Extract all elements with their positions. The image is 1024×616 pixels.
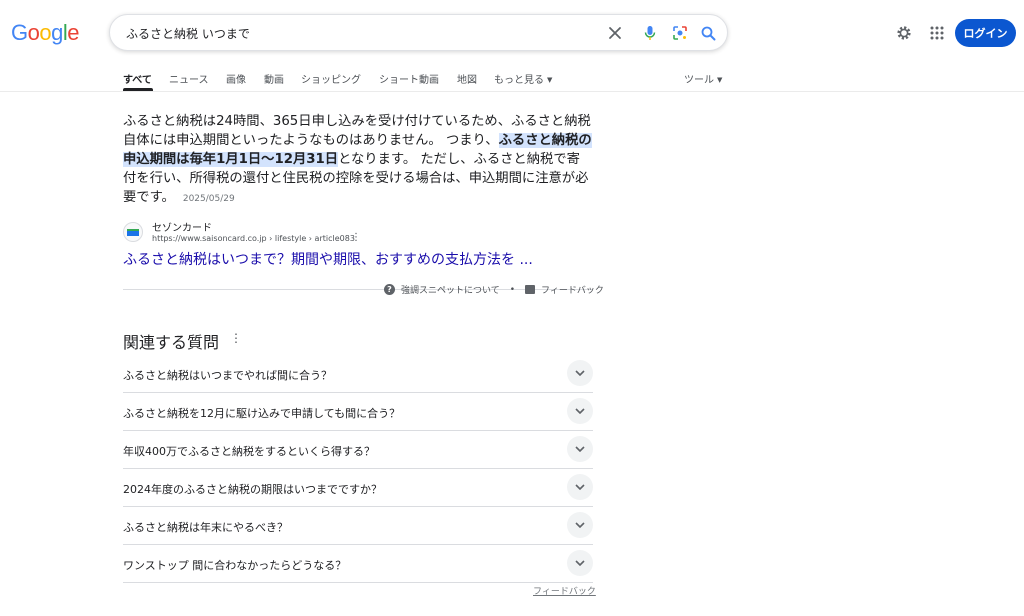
google-logo[interactable]: Google	[11, 20, 80, 46]
more-vert-icon[interactable]: ⋮	[351, 232, 361, 243]
tab-news[interactable]: ニュース	[169, 71, 209, 86]
feedback-link[interactable]: フィードバック	[541, 283, 604, 296]
tab-all[interactable]: すべて	[123, 71, 152, 86]
more-vert-icon[interactable]: ⋮	[230, 331, 242, 345]
tab-maps[interactable]: 地図	[457, 71, 477, 86]
paa-question[interactable]: 年収400万でふるさと納税をするといくら得する？	[123, 431, 593, 469]
paa-feedback-link[interactable]: フィードバック	[533, 584, 596, 597]
apps-grid-icon[interactable]	[928, 24, 946, 42]
paa-question[interactable]: ふるさと納税はいつまでやれば間に合う？	[123, 355, 593, 393]
paa-question-text: ふるさと納税は年末にやるべき？	[123, 521, 288, 534]
close-icon[interactable]	[605, 23, 625, 43]
logo-letter: g	[51, 20, 63, 45]
lens-icon[interactable]	[670, 23, 690, 43]
about-snippet-link[interactable]: 強調スニペットについて	[401, 283, 500, 296]
paa-question[interactable]: 2024年度のふるさと納税の期限はいつまでですか？	[123, 469, 593, 507]
tab-short-videos[interactable]: ショート動画	[379, 71, 439, 86]
result-source[interactable]: セゾンカード https://www.saisoncard.co.jp › li…	[123, 218, 593, 246]
chevron-down-icon[interactable]	[567, 360, 593, 386]
paa-question[interactable]: ワンストップ 間に合わなかったらどうなる？	[123, 545, 593, 583]
tab-videos[interactable]: 動画	[264, 71, 284, 86]
search-icon[interactable]	[698, 23, 718, 43]
paa-question-text: 2024年度のふるさと納税の期限はいつまでですか？	[123, 483, 382, 496]
paa-title: 関連する質問	[123, 333, 220, 352]
chevron-down-icon[interactable]	[567, 436, 593, 462]
chevron-down-icon[interactable]	[567, 550, 593, 576]
separator-dot: •	[509, 284, 516, 295]
chevron-down-icon[interactable]	[567, 474, 593, 500]
snippet-date: 2025/05/29	[182, 194, 235, 204]
logo-letter: e	[67, 20, 80, 45]
login-button[interactable]: ログイン	[955, 19, 1016, 47]
saison-favicon-icon	[123, 222, 143, 242]
site-url: https://www.saisoncard.co.jp › lifestyle…	[152, 234, 355, 243]
featured-snippet-text: ふるさと納税は24時間、365日申し込みを受け付けているため、ふるさと納税自体に…	[123, 112, 593, 209]
paa-question-text: ワンストップ 間に合わなかったらどうなる？	[123, 559, 347, 572]
search-box[interactable]: ふるさと納税 いつまで	[109, 14, 728, 51]
caret-down-icon: ▼	[717, 76, 723, 84]
tab-more-label: もっと見る	[494, 75, 544, 86]
tab-tools[interactable]: ツール ▼	[684, 71, 722, 86]
logo-letter: G	[11, 20, 28, 45]
tab-shopping[interactable]: ショッピング	[301, 71, 361, 86]
paa-question[interactable]: ふるさと納税を12月に駆け込みで申請しても間に合う？	[123, 393, 593, 431]
result-title-link[interactable]: ふるさと納税はいつまで？期間や期限、おすすめの支払方法を ...	[123, 249, 533, 269]
chevron-down-icon[interactable]	[567, 512, 593, 538]
site-name: セゾンカード	[152, 223, 212, 234]
paa-question-text: ふるさと納税はいつまでやれば間に合う？	[123, 369, 332, 382]
chevron-down-icon[interactable]	[567, 398, 593, 424]
feedback-icon	[525, 285, 536, 294]
paa-question-text: ふるさと納税を12月に駆け込みで申請しても間に合う？	[123, 407, 401, 420]
paa-question[interactable]: ふるさと納税は年末にやるべき？	[123, 507, 593, 545]
logo-letter: o	[27, 20, 40, 45]
active-tab-indicator	[123, 88, 153, 91]
snippet-footer: ? 強調スニペットについて • フィードバック	[384, 283, 604, 296]
tab-images[interactable]: 画像	[226, 71, 246, 86]
paa-question-text: 年収400万でふるさと納税をするといくら得する？	[123, 445, 375, 458]
mic-icon[interactable]	[640, 23, 660, 43]
tab-more[interactable]: もっと見る ▼	[494, 71, 552, 86]
help-icon: ?	[384, 284, 395, 295]
caret-down-icon: ▼	[547, 76, 553, 84]
logo-letter: o	[39, 20, 52, 45]
search-tabs: すべて ニュース 画像 動画 ショッピング ショート動画 地図 もっと見る ▼ ツ…	[0, 62, 1024, 92]
tab-tools-label: ツール	[684, 75, 714, 86]
gear-icon[interactable]	[894, 23, 914, 43]
search-input[interactable]: ふるさと納税 いつまで	[126, 25, 250, 42]
